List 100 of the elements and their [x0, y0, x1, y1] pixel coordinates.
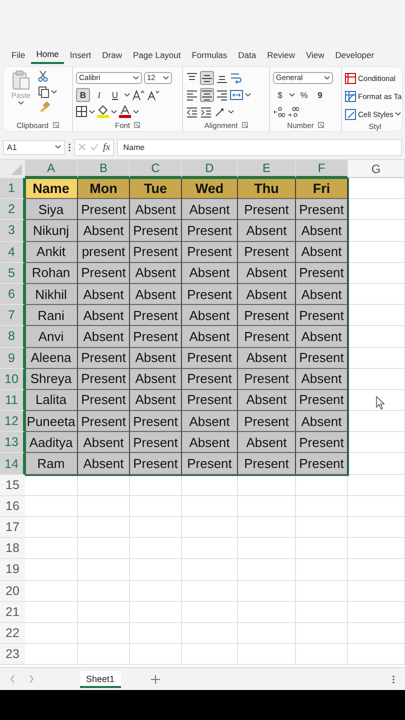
- table-cell[interactable]: Absent: [238, 432, 296, 454]
- table-cell[interactable]: Absent: [78, 432, 130, 454]
- row-header[interactable]: 19: [0, 559, 25, 581]
- table-cell[interactable]: present: [78, 242, 130, 263]
- table-cell[interactable]: Anvi: [25, 326, 78, 348]
- empty-cell[interactable]: [78, 622, 130, 644]
- orientation-icon[interactable]: [214, 106, 226, 118]
- table-cell[interactable]: Present: [296, 432, 348, 454]
- table-cell[interactable]: Present: [296, 262, 348, 284]
- ribbon-tab[interactable]: Insert: [64, 46, 97, 64]
- expand-icon[interactable]: [242, 122, 248, 128]
- empty-cell[interactable]: [78, 644, 130, 666]
- empty-cell[interactable]: [296, 517, 348, 538]
- header-cell[interactable]: Fri: [296, 178, 348, 200]
- row-header[interactable]: 12: [0, 411, 25, 432]
- column-header[interactable]: G: [348, 160, 405, 178]
- table-cell[interactable]: Present: [130, 411, 182, 432]
- table-cell[interactable]: Present: [182, 284, 238, 306]
- name-box[interactable]: A1: [3, 140, 65, 154]
- select-all-icon[interactable]: [0, 160, 25, 178]
- empty-cell[interactable]: [296, 580, 348, 602]
- table-cell[interactable]: Ram: [25, 453, 78, 475]
- merge-cells-icon[interactable]: [230, 88, 243, 100]
- table-cell[interactable]: Absent: [130, 199, 182, 220]
- row-header[interactable]: 14: [0, 453, 25, 475]
- table-cell[interactable]: Absent: [296, 326, 348, 348]
- table-cell[interactable]: Present: [238, 305, 296, 326]
- table-cell[interactable]: Shreya: [25, 368, 78, 390]
- empty-cell[interactable]: [238, 517, 296, 538]
- empty-cell[interactable]: [296, 538, 348, 560]
- row-header[interactable]: 6: [0, 284, 25, 306]
- header-cell[interactable]: Thu: [238, 178, 296, 200]
- table-cell[interactable]: Nikhil: [25, 284, 78, 306]
- table-cell[interactable]: Absent: [238, 284, 296, 306]
- empty-cell[interactable]: [182, 622, 238, 644]
- row-header[interactable]: 20: [0, 580, 25, 602]
- table-cell[interactable]: Absent: [238, 262, 296, 284]
- empty-cell[interactable]: [130, 496, 182, 517]
- empty-cell[interactable]: [78, 580, 130, 602]
- table-cell[interactable]: Present: [78, 348, 130, 369]
- header-cell[interactable]: Wed: [182, 178, 238, 200]
- table-cell[interactable]: Absent: [182, 262, 238, 284]
- wrap-text-icon[interactable]: [230, 72, 242, 84]
- row-header[interactable]: 22: [0, 622, 25, 644]
- empty-cell[interactable]: [348, 602, 405, 623]
- fill-bucket-icon[interactable]: [97, 105, 109, 118]
- table-cell[interactable]: Absent: [130, 368, 182, 390]
- table-cell[interactable]: Present: [238, 368, 296, 390]
- table-cell[interactable]: Present: [78, 262, 130, 284]
- empty-cell[interactable]: [296, 602, 348, 623]
- expand-icon[interactable]: [134, 122, 140, 128]
- table-cell[interactable]: Present: [130, 220, 182, 242]
- currency-button[interactable]: $: [273, 88, 287, 102]
- empty-cell[interactable]: [238, 580, 296, 602]
- table-cell[interactable]: Ankit: [25, 242, 78, 263]
- ribbon-tab[interactable]: Formulas: [186, 46, 233, 64]
- table-cell[interactable]: Puneeta: [25, 411, 78, 432]
- table-cell[interactable]: Present: [296, 199, 348, 220]
- row-header[interactable]: 21: [0, 602, 25, 623]
- row-header[interactable]: 18: [0, 538, 25, 560]
- empty-cell[interactable]: [130, 517, 182, 538]
- empty-cell[interactable]: [348, 517, 405, 538]
- table-cell[interactable]: Present: [296, 348, 348, 369]
- table-cell[interactable]: Present: [130, 326, 182, 348]
- increase-decimal-icon[interactable]: [273, 106, 285, 118]
- table-cell[interactable]: Absent: [78, 326, 130, 348]
- empty-cell[interactable]: [78, 602, 130, 623]
- font-color-icon[interactable]: [119, 105, 131, 118]
- table-cell[interactable]: Present: [130, 453, 182, 475]
- table-cell[interactable]: Aaditya: [25, 432, 78, 454]
- cancel-icon[interactable]: [78, 143, 86, 151]
- table-cell[interactable]: Absent: [238, 390, 296, 412]
- table-cell[interactable]: Present: [78, 411, 130, 432]
- table-cell[interactable]: Absent: [296, 284, 348, 306]
- table-cell[interactable]: Absent: [182, 411, 238, 432]
- table-cell[interactable]: Absent: [296, 368, 348, 390]
- table-cell[interactable]: Absent: [238, 220, 296, 242]
- empty-cell[interactable]: [182, 474, 238, 496]
- table-cell[interactable]: Present: [130, 305, 182, 326]
- empty-cell[interactable]: [348, 580, 405, 602]
- ribbon-tab[interactable]: Review: [262, 46, 301, 64]
- shrink-font-icon[interactable]: [147, 88, 160, 100]
- table-cell[interactable]: Absent: [182, 305, 238, 326]
- table-cell[interactable]: Absent: [182, 432, 238, 454]
- empty-cell[interactable]: [348, 622, 405, 644]
- ribbon-tab[interactable]: Page Layout: [128, 46, 186, 64]
- empty-cell[interactable]: [348, 538, 405, 560]
- column-header[interactable]: C: [130, 160, 182, 178]
- table-cell[interactable]: Absent: [296, 220, 348, 242]
- table-cell[interactable]: Present: [130, 432, 182, 454]
- row-header[interactable]: 23: [0, 644, 25, 666]
- table-cell[interactable]: Absent: [130, 262, 182, 284]
- empty-cell[interactable]: [296, 622, 348, 644]
- comma-style-button[interactable]: 9: [313, 88, 327, 102]
- underline-button[interactable]: U: [108, 88, 122, 102]
- table-cell[interactable]: Absent: [130, 348, 182, 369]
- table-cell[interactable]: Absent: [78, 284, 130, 306]
- formula-field[interactable]: Name: [117, 138, 402, 156]
- empty-cell[interactable]: [348, 644, 405, 666]
- row-header[interactable]: 16: [0, 496, 25, 517]
